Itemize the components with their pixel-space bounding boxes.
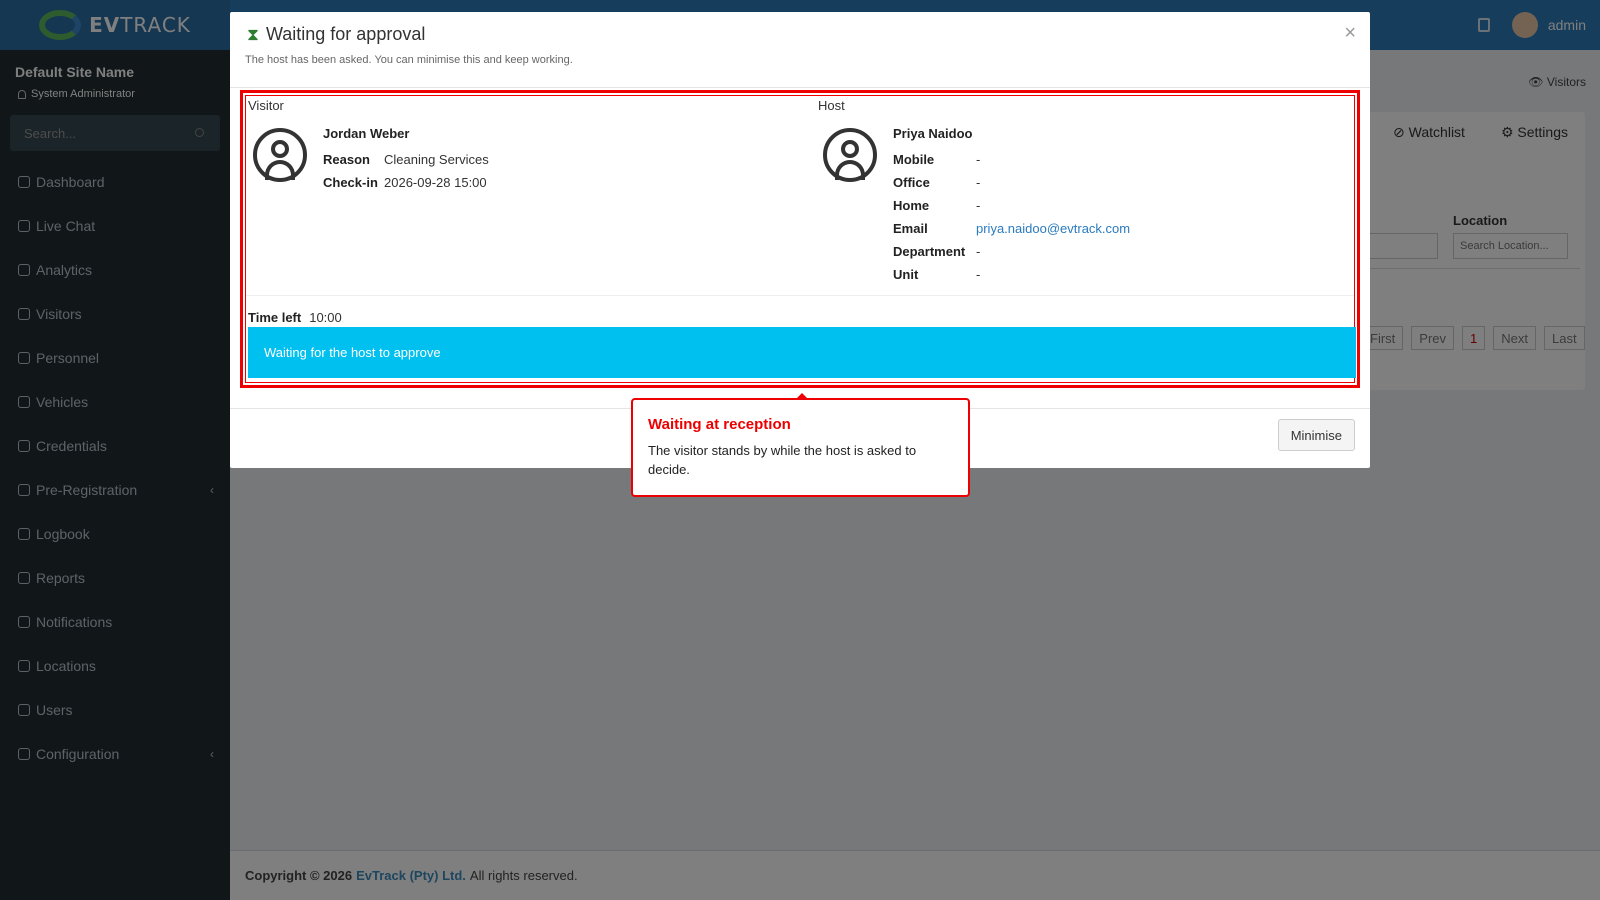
modal-subtitle: The host has been asked. You can minimis… [245, 54, 573, 66]
modal-header: ⧗ Waiting for approval The host has been… [230, 12, 1370, 88]
host-mobile: Mobile - [893, 152, 981, 167]
time-left: Time left 10:00 [248, 310, 342, 325]
minimise-button[interactable]: Minimise [1277, 419, 1355, 451]
modal-title: ⧗ Waiting for approval [247, 24, 426, 44]
host-name: Priya Naidoo [893, 126, 973, 141]
host-unit: Unit - [893, 267, 981, 282]
visitor-section-title: Visitor [248, 98, 284, 113]
host-section-title: Host [818, 98, 845, 113]
host-department: Department - [893, 244, 981, 259]
close-icon[interactable]: × [1344, 22, 1356, 45]
host-email: Email priya.naidoo@evtrack.com [893, 221, 1131, 236]
visitor-reason: Reason Cleaning Services [323, 152, 489, 167]
hourglass-icon: ⧗ [247, 24, 259, 44]
host-avatar-icon [823, 128, 877, 182]
tutorial-callout: Waiting at reception The visitor stands … [631, 393, 970, 497]
host-office: Office - [893, 175, 981, 190]
countdown: 10:00 [309, 310, 342, 325]
approval-details: Visitor Jordan Weber Reason Cleaning Serv… [240, 90, 1360, 388]
section-divider [246, 295, 1354, 296]
visitor-avatar-icon [253, 128, 307, 182]
status-bar: Waiting for the host to approve [248, 327, 1356, 378]
callout-title: Waiting at reception [648, 416, 791, 433]
visitor-name: Jordan Weber [323, 126, 410, 141]
host-email-link[interactable]: priya.naidoo@evtrack.com [976, 221, 1130, 236]
host-home: Home - [893, 198, 981, 213]
callout-body: The visitor stands by while the host is … [648, 443, 917, 477]
visitor-checkin: Check-in 2026-09-28 15:00 [323, 175, 487, 190]
